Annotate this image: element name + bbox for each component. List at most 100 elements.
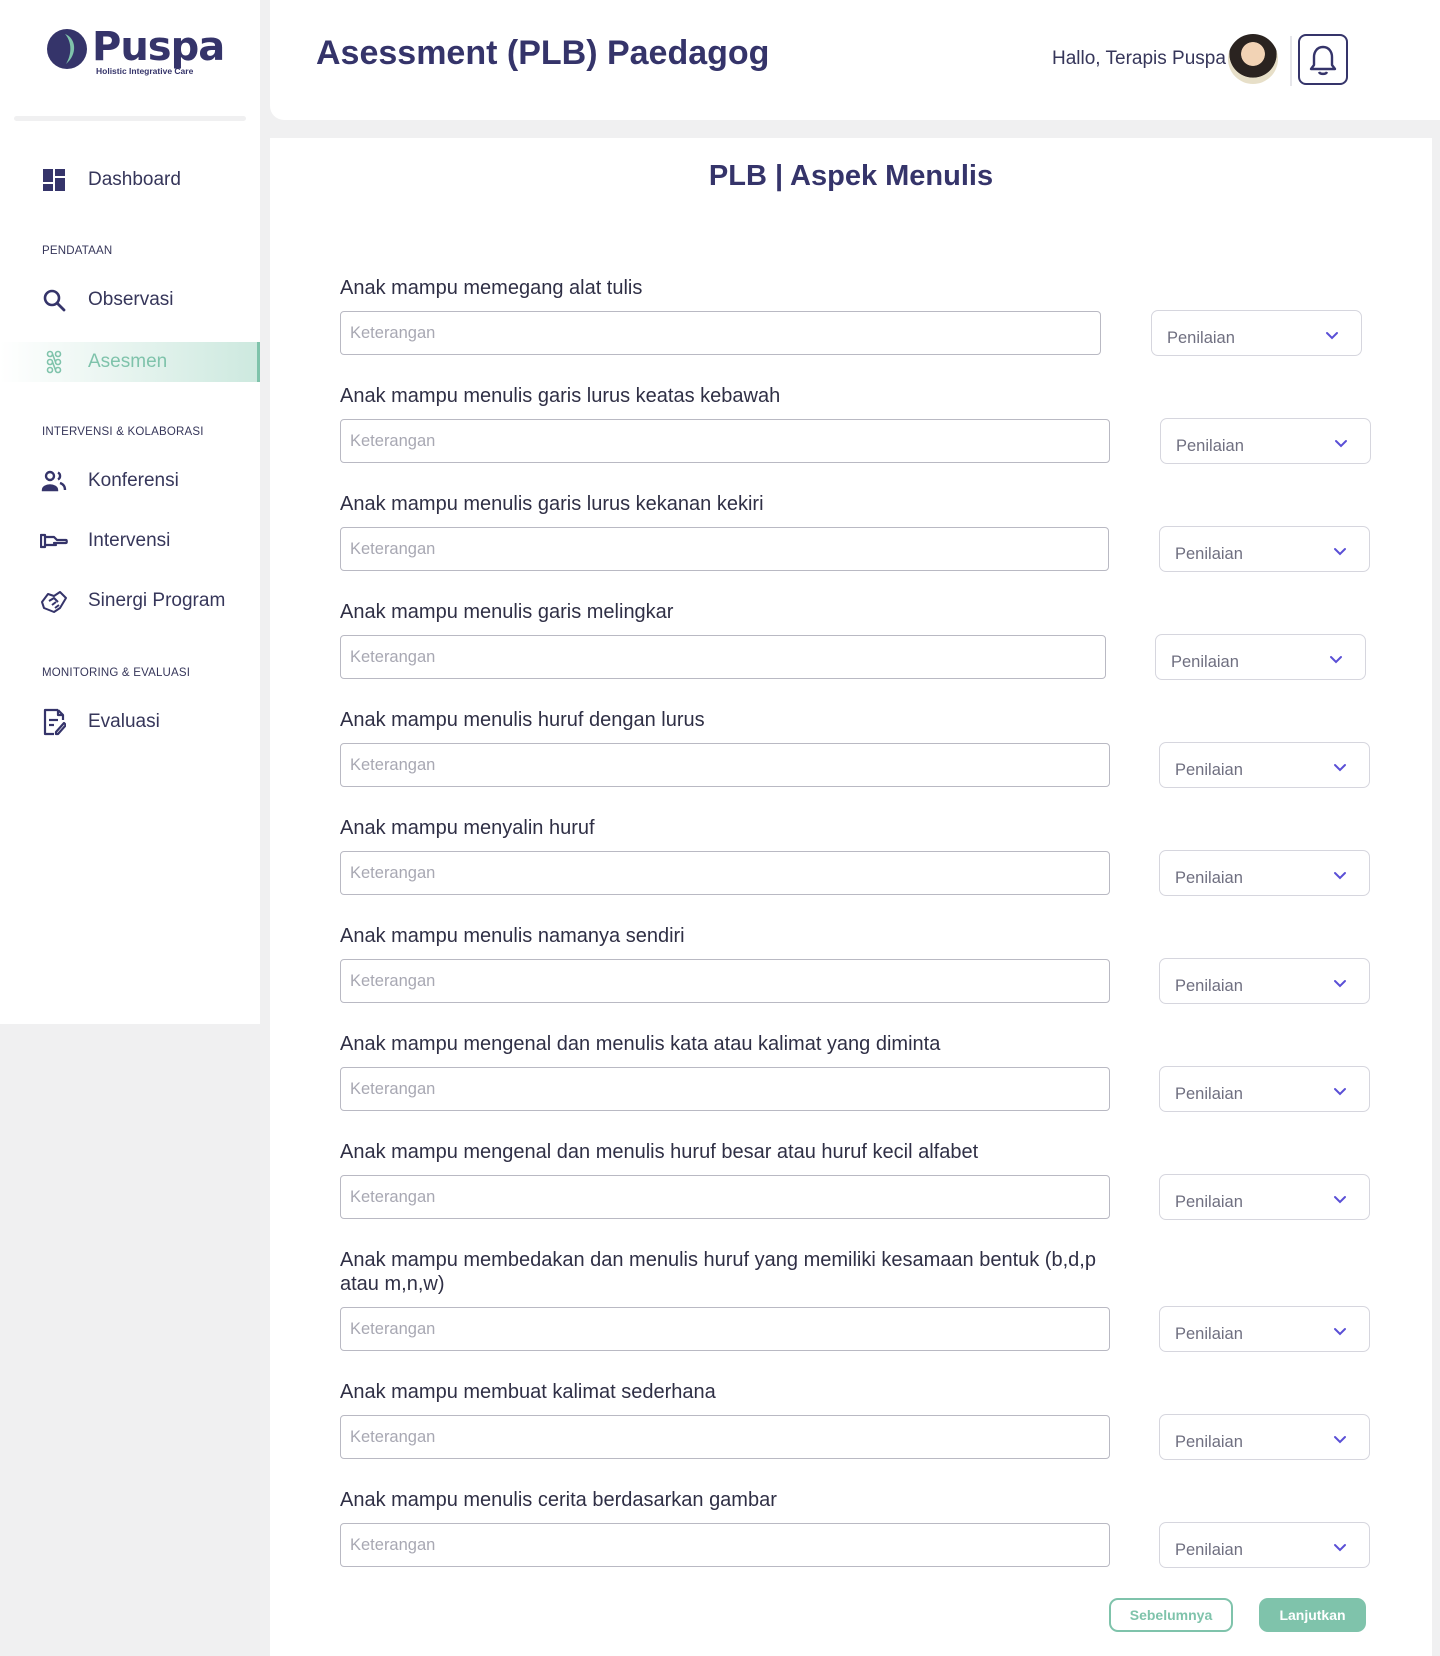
select-placeholder: Penilaian <box>1167 329 1235 347</box>
keterangan-input[interactable] <box>340 1175 1110 1219</box>
chevron-down-icon <box>1330 656 1342 664</box>
section-pendataan: PENDATAAN <box>42 245 113 257</box>
asesmen-icon <box>40 348 68 376</box>
keterangan-input[interactable] <box>340 311 1101 355</box>
question-label: Anak mampu menulis huruf dengan lurus <box>340 709 705 731</box>
handshake-icon <box>40 587 68 615</box>
keterangan-input[interactable] <box>340 743 1110 787</box>
user-greeting: Hallo, Terapis Puspa <box>1052 48 1226 69</box>
previous-button[interactable]: Sebelumnya <box>1109 1598 1233 1632</box>
penilaian-select[interactable]: Penilaian <box>1155 634 1366 680</box>
sidebar-item-observasi[interactable]: Observasi <box>0 280 260 320</box>
question-label: Anak mampu membuat kalimat sederhana <box>340 1381 716 1403</box>
question-label: Anak mampu menulis cerita berdasarkan ga… <box>340 1489 777 1511</box>
question-label: Anak mampu mengenal dan menulis huruf be… <box>340 1141 979 1163</box>
select-placeholder: Penilaian <box>1175 1085 1243 1103</box>
hand-icon <box>40 527 68 555</box>
sidebar-item-intervensi[interactable]: Intervensi <box>0 521 260 561</box>
bell-icon <box>1309 45 1337 75</box>
chevron-down-icon <box>1334 764 1346 772</box>
sidebar: Puspa Holistic Integrative Care Dashboar… <box>0 0 260 1024</box>
document-edit-icon <box>40 708 68 736</box>
sidebar-item-label: Dashboard <box>88 169 181 190</box>
question-label: Anak mampu mengenal dan menulis kata ata… <box>340 1033 941 1055</box>
chevron-down-icon <box>1334 1436 1346 1444</box>
chevron-down-icon <box>1334 1544 1346 1552</box>
question-label: Anak mampu memegang alat tulis <box>340 277 643 299</box>
question-label: Anak mampu menulis namanya sendiri <box>340 925 685 947</box>
chevron-down-icon <box>1335 440 1347 448</box>
brand-logo[interactable]: Puspa Holistic Integrative Care <box>46 24 225 76</box>
keterangan-input[interactable] <box>340 1307 1110 1351</box>
users-icon <box>40 467 68 495</box>
penilaian-select[interactable]: Penilaian <box>1159 1522 1370 1568</box>
chevron-down-icon <box>1334 980 1346 988</box>
dashboard-icon <box>40 166 68 194</box>
penilaian-select[interactable]: Penilaian <box>1159 850 1370 896</box>
keterangan-input[interactable] <box>340 1415 1110 1459</box>
question-label: Anak mampu membedakan dan menulis huruf … <box>340 1249 1096 1295</box>
header-divider <box>1290 36 1292 86</box>
penilaian-select[interactable]: Penilaian <box>1159 1414 1370 1460</box>
select-placeholder: Penilaian <box>1175 1433 1243 1451</box>
chevron-down-icon <box>1334 1196 1346 1204</box>
sidebar-item-sinergi-program[interactable]: Sinergi Program <box>0 581 260 621</box>
penilaian-select[interactable]: Penilaian <box>1159 958 1370 1004</box>
select-placeholder: Penilaian <box>1176 437 1244 455</box>
question-label: Anak mampu menyalin huruf <box>340 817 595 839</box>
keterangan-input[interactable] <box>340 1067 1110 1111</box>
chevron-down-icon <box>1334 1328 1346 1336</box>
chevron-down-icon <box>1334 548 1346 556</box>
penilaian-select[interactable]: Penilaian <box>1160 418 1371 464</box>
sidebar-item-label: Asesmen <box>88 351 168 372</box>
sidebar-item-label: Evaluasi <box>88 711 160 732</box>
sidebar-item-dashboard[interactable]: Dashboard <box>0 160 260 200</box>
penilaian-select[interactable]: Penilaian <box>1151 310 1362 356</box>
select-placeholder: Penilaian <box>1175 1541 1243 1559</box>
select-placeholder: Penilaian <box>1175 1193 1243 1211</box>
sidebar-item-label: Sinergi Program <box>88 590 226 611</box>
section-intervensi: INTERVENSI & KOLABORASI <box>42 426 204 438</box>
keterangan-input[interactable] <box>340 1523 1110 1567</box>
sidebar-item-label: Intervensi <box>88 530 171 551</box>
sidebar-item-evaluasi[interactable]: Evaluasi <box>0 702 260 742</box>
question-label: Anak mampu menulis garis lurus kekanan k… <box>340 493 764 515</box>
keterangan-input[interactable] <box>340 959 1110 1003</box>
penilaian-select[interactable]: Penilaian <box>1159 526 1370 572</box>
section-monitoring: MONITORING & EVALUASI <box>42 667 191 679</box>
sidebar-divider <box>14 116 246 121</box>
penilaian-select[interactable]: Penilaian <box>1159 1174 1370 1220</box>
penilaian-select[interactable]: Penilaian <box>1159 1306 1370 1352</box>
sidebar-item-konferensi[interactable]: Konferensi <box>0 461 260 501</box>
brand-name: Puspa <box>92 24 225 70</box>
sidebar-item-asesmen[interactable]: Asesmen <box>0 342 260 382</box>
top-header: Asessment (PLB) Paedagog Hallo, Terapis … <box>270 0 1440 120</box>
keterangan-input[interactable] <box>340 851 1110 895</box>
sidebar-item-label: Observasi <box>88 289 174 310</box>
question-label: Anak mampu menulis garis melingkar <box>340 601 674 623</box>
select-placeholder: Penilaian <box>1175 1325 1243 1343</box>
chevron-down-icon <box>1334 872 1346 880</box>
puspa-logo-icon <box>47 29 87 69</box>
select-placeholder: Penilaian <box>1175 869 1243 887</box>
penilaian-select[interactable]: Penilaian <box>1159 742 1370 788</box>
sidebar-item-label: Konferensi <box>88 470 179 491</box>
section-title: PLB | Aspek Menulis <box>708 160 994 192</box>
keterangan-input[interactable] <box>340 635 1106 679</box>
question-label: Anak mampu menulis garis lurus keatas ke… <box>340 385 781 407</box>
select-placeholder: Penilaian <box>1175 761 1243 779</box>
chevron-down-icon <box>1326 332 1338 340</box>
select-placeholder: Penilaian <box>1175 545 1243 563</box>
select-placeholder: Penilaian <box>1171 653 1239 671</box>
search-icon <box>40 286 68 314</box>
avatar[interactable] <box>1228 34 1278 84</box>
notification-button[interactable] <box>1298 34 1348 85</box>
keterangan-input[interactable] <box>340 419 1110 463</box>
select-placeholder: Penilaian <box>1175 977 1243 995</box>
chevron-down-icon <box>1334 1088 1346 1096</box>
keterangan-input[interactable] <box>340 527 1109 571</box>
penilaian-select[interactable]: Penilaian <box>1159 1066 1370 1112</box>
next-button[interactable]: Lanjutkan <box>1259 1598 1366 1632</box>
page-title: Asessment (PLB) Paedagog <box>316 34 770 72</box>
assessment-form: PLB | Aspek Menulis Anak mampu memegang … <box>270 138 1432 1656</box>
